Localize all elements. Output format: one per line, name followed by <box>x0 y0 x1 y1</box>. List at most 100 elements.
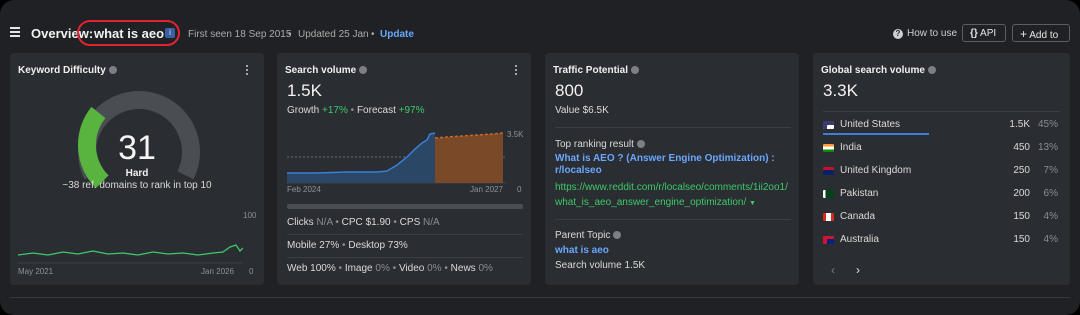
meta-separator: • <box>371 29 375 40</box>
top-result-help-icon[interactable] <box>636 140 645 149</box>
forecast-value: +97% <box>398 105 425 116</box>
country-volume: 250 <box>1013 165 1030 176</box>
tp-value-line: Value $6.5K <box>555 105 609 116</box>
kd-history-line <box>18 244 243 256</box>
desktop-share: Desktop 73% <box>348 240 408 251</box>
top-result-title-link[interactable]: What is AEO ? (Answer Engine Optimizatio… <box>555 153 780 177</box>
country-volume: 200 <box>1013 188 1030 199</box>
separator: • <box>350 105 355 116</box>
update-link[interactable]: Update <box>380 29 414 40</box>
tp-title-label: Traffic Potential <box>553 65 629 76</box>
country-percent: 4% <box>1043 234 1058 245</box>
flag-icon <box>823 190 834 198</box>
separator: • <box>392 263 397 274</box>
sv-axis-max: 3.5K <box>507 130 524 139</box>
image-value: 0% <box>375 263 390 274</box>
country-percent: 45% <box>1037 119 1058 130</box>
sv-serp-type-row: Web 100% • Image 0% • Video 0% • News 0% <box>287 263 493 274</box>
news-label: News <box>450 263 476 274</box>
video-value: 0% <box>427 263 442 274</box>
sv-range-scrollbar[interactable] <box>287 204 523 209</box>
country-share-bar <box>823 133 929 135</box>
kd-axis-max: 100 <box>243 211 257 220</box>
mobile-share: Mobile 27% <box>287 240 340 251</box>
separator: • <box>335 217 339 228</box>
gsv-title: Global search volume <box>821 65 936 76</box>
kd-help-icon[interactable] <box>108 66 117 75</box>
how-to-use-label: How to use <box>907 28 958 39</box>
separator: • <box>342 240 346 251</box>
video-label: Video <box>398 263 425 274</box>
info-badge-icon[interactable]: i <box>165 28 175 38</box>
sv-axis-start: Feb 2024 <box>287 185 321 194</box>
kd-axis-end: Jan 2026 <box>201 267 234 276</box>
top-result-url-link[interactable]: https://www.reddit.com/r/localseo/commen… <box>555 180 791 211</box>
api-button[interactable]: {} API <box>962 24 1006 42</box>
country-name: India <box>840 142 862 153</box>
country-volume: 150 <box>1013 234 1030 245</box>
flag-icon <box>823 213 834 221</box>
flag-icon <box>823 121 834 129</box>
menu-icon[interactable] <box>10 27 20 37</box>
api-button-label: API <box>980 28 997 39</box>
divider <box>287 257 523 258</box>
parent-topic-heading: Parent Topic <box>555 230 622 241</box>
growth-label: Growth <box>287 105 320 116</box>
web-label: Web <box>287 263 308 274</box>
country-volume: 1.5K <box>1009 119 1030 130</box>
traffic-potential-card: Traffic Potential 800 Value $6.5K Top ra… <box>545 53 799 285</box>
country-row[interactable]: Australia 150 4% <box>823 234 1058 256</box>
sv-metrics-row: Clicks N/A • CPC $1.90 • CPS N/A <box>287 217 440 228</box>
bottom-divider <box>10 297 1070 298</box>
gsv-title-label: Global search volume <box>821 65 925 76</box>
country-row[interactable]: United States 1.5K 45% <box>823 119 1058 141</box>
parent-topic-help-icon[interactable] <box>613 231 622 240</box>
tp-help-icon[interactable] <box>631 66 640 75</box>
cpc-value: $1.90 <box>365 217 391 228</box>
sv-more-icon[interactable] <box>515 65 518 77</box>
kd-subtext: ~38 ref. domains to rank in top 10 <box>62 180 212 191</box>
sv-history-area <box>287 133 435 183</box>
country-row[interactable]: Pakistan 200 6% <box>823 188 1058 210</box>
gsv-help-icon[interactable] <box>927 66 936 75</box>
clicks-value: N/A <box>316 217 333 228</box>
sv-title: Search volume <box>285 65 368 76</box>
sv-help-icon[interactable] <box>359 66 368 75</box>
kd-score: 31 <box>118 129 156 167</box>
country-row[interactable]: India 450 13% <box>823 142 1058 164</box>
kd-more-icon[interactable] <box>246 65 249 77</box>
tp-title: Traffic Potential <box>553 65 640 76</box>
country-name: Canada <box>840 211 876 222</box>
country-row[interactable]: United Kingdom 250 7% <box>823 165 1058 187</box>
how-to-use-link[interactable]: ? How to use <box>893 28 957 39</box>
parent-topic-volume: Search volume 1.5K <box>555 260 646 271</box>
separator: • <box>338 263 343 274</box>
parent-topic-label: Parent Topic <box>555 230 611 241</box>
clicks-label: Clicks <box>287 217 314 228</box>
tp-value: 800 <box>555 81 584 100</box>
sv-axis-min: 0 <box>517 185 522 194</box>
country-name: Australia <box>840 234 879 245</box>
meta-separator: • <box>288 29 292 40</box>
sv-device-row: Mobile 27% • Desktop 73% <box>287 240 408 251</box>
flag-icon <box>823 144 834 152</box>
updated-text: Updated 25 Jan <box>298 29 369 40</box>
plus-icon: + <box>1020 27 1028 41</box>
country-row[interactable]: Canada 150 4% <box>823 211 1058 233</box>
caret-down-icon[interactable]: ▼ <box>749 200 756 207</box>
flag-icon <box>823 167 834 175</box>
divider <box>555 127 791 128</box>
parent-topic-link[interactable]: what is aeo <box>555 245 609 256</box>
top-result-heading: Top ranking result <box>555 139 645 150</box>
kd-axis-start: May 2021 <box>18 267 54 276</box>
add-to-button[interactable]: + Add to <box>1012 24 1070 42</box>
search-volume-card: Search volume 1.5K Growth +17% • Forecas… <box>277 53 531 285</box>
flag-icon <box>823 236 834 244</box>
country-name: United Kingdom <box>840 165 912 176</box>
divider <box>287 234 523 235</box>
country-percent: 7% <box>1043 165 1058 176</box>
chevron-left-icon[interactable]: ‹ <box>831 263 835 277</box>
sv-growth-line: Growth +17% • Forecast +97% <box>287 105 425 116</box>
growth-value: +17% <box>322 105 348 116</box>
chevron-right-icon[interactable]: › <box>856 263 860 277</box>
